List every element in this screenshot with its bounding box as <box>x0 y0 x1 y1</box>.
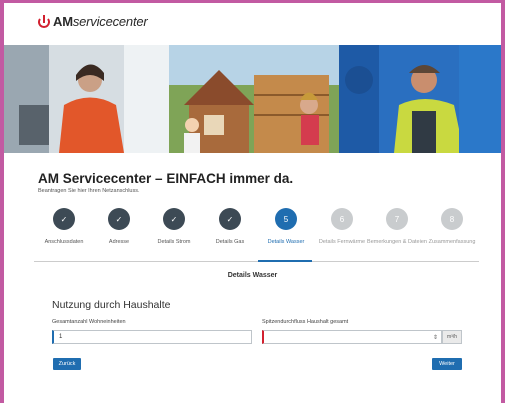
step-label: Zusammenfassung <box>428 239 476 245</box>
step-label: Adresse <box>108 239 130 245</box>
page-title: AM Servicecenter – EINFACH immer da. <box>38 171 294 186</box>
brand-name: AMservicecenter <box>53 14 148 29</box>
checkmark-icon: ✓ <box>53 208 75 230</box>
step-number: 5 <box>275 208 297 230</box>
header: AMservicecenter <box>4 3 501 45</box>
peak-flow-unit: m³/h <box>442 330 462 344</box>
next-button[interactable]: Weiter <box>432 358 462 370</box>
units-label: Gesamtanzahl Wohneinheiten <box>52 319 126 325</box>
step-details-gas[interactable]: ✓ Details Gas <box>200 208 260 246</box>
app-window: AMservicecenter AM Servicecenter – EINFA… <box>4 3 501 403</box>
step-zusammenfassung: 8 Zusammenfassung <box>422 208 482 246</box>
section-title: Details Wasser <box>227 272 278 279</box>
checkmark-icon: ✓ <box>108 208 130 230</box>
step-label: Details Strom <box>157 239 191 245</box>
logo-icon <box>38 14 50 28</box>
checkmark-icon: ✓ <box>219 208 241 230</box>
step-number: 8 <box>441 208 463 230</box>
form-heading: Nutzung durch Haushalte <box>52 299 171 311</box>
step-number: 6 <box>331 208 353 230</box>
peak-flow-label: Spitzendurchfluss Haushalt gesamt <box>262 319 349 325</box>
main-content: AM Servicecenter – EINFACH immer da. Bea… <box>4 153 501 403</box>
step-details-wasser[interactable]: 5 Details Wasser <box>256 208 316 246</box>
step-details-fernwaerme: 6 Details Fernwärme <box>312 208 372 246</box>
step-anschlussdaten[interactable]: ✓ Anschlussdaten <box>34 208 94 246</box>
step-label: Anschlussdaten <box>44 239 84 245</box>
hero-photo-collage <box>4 45 501 153</box>
page-subtitle: Beantragen Sie hier Ihren Netzanschluss. <box>38 188 140 194</box>
step-details-strom[interactable]: ✓ Details Strom <box>144 208 204 246</box>
units-input[interactable]: 1 <box>52 330 252 344</box>
step-adresse[interactable]: ✓ Adresse <box>89 208 149 246</box>
step-label: Details Wasser <box>267 239 305 245</box>
peak-flow-input[interactable]: ⇕ <box>262 330 442 344</box>
spinner-icon[interactable]: ⇕ <box>433 332 438 344</box>
step-label: Details Gas <box>215 239 245 245</box>
step-label: Details Fernwärme <box>318 239 366 245</box>
step-number: 7 <box>386 208 408 230</box>
progress-stepper: ✓ Anschlussdaten ✓ Adresse ✓ Details Str… <box>34 208 484 266</box>
brand-logo[interactable]: AMservicecenter <box>38 14 148 29</box>
hero-banner <box>4 45 501 153</box>
back-button[interactable]: Zurück <box>53 358 81 370</box>
step-label: Bemerkungen & Dateien <box>367 239 427 245</box>
stepper-active-indicator <box>258 260 312 262</box>
stepper-divider <box>34 261 479 262</box>
checkmark-icon: ✓ <box>163 208 185 230</box>
step-bemerkungen-dateien: 7 Bemerkungen & Dateien <box>367 208 427 246</box>
